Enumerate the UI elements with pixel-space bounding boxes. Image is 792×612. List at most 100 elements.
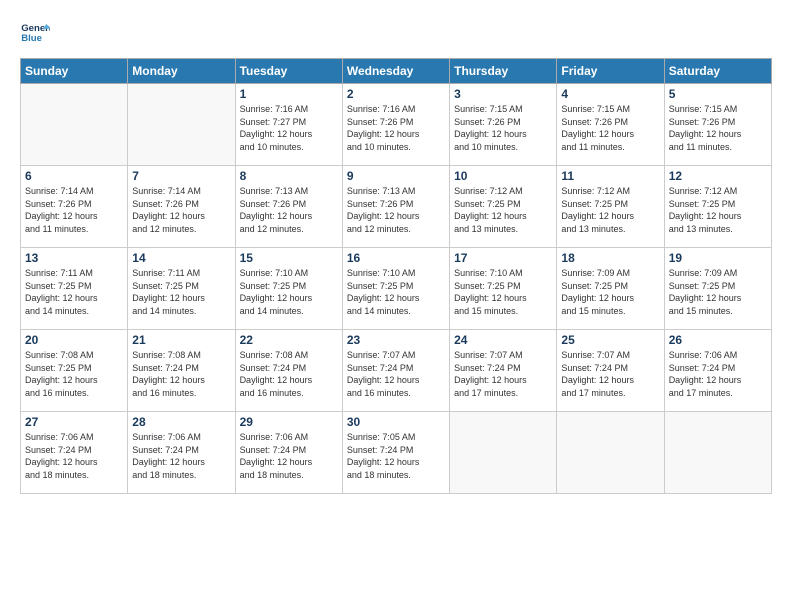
day-number: 25 xyxy=(561,333,659,347)
day-number: 12 xyxy=(669,169,767,183)
week-row-4: 27 Sunrise: 7:06 AM Sunset: 7:24 PM Dayli… xyxy=(21,412,772,494)
day-number: 26 xyxy=(669,333,767,347)
weekday-saturday: Saturday xyxy=(664,59,771,84)
calendar-body: 1 Sunrise: 7:16 AM Sunset: 7:27 PM Daylig… xyxy=(21,84,772,494)
calendar-cell: 25 Sunrise: 7:07 AM Sunset: 7:24 PM Dayli… xyxy=(557,330,664,412)
day-number: 7 xyxy=(132,169,230,183)
day-number: 4 xyxy=(561,87,659,101)
calendar-cell xyxy=(557,412,664,494)
day-info: Sunrise: 7:08 AM Sunset: 7:24 PM Dayligh… xyxy=(132,349,230,399)
calendar: SundayMondayTuesdayWednesdayThursdayFrid… xyxy=(20,58,772,494)
day-number: 22 xyxy=(240,333,338,347)
week-row-2: 13 Sunrise: 7:11 AM Sunset: 7:25 PM Dayli… xyxy=(21,248,772,330)
day-info: Sunrise: 7:12 AM Sunset: 7:25 PM Dayligh… xyxy=(561,185,659,235)
weekday-wednesday: Wednesday xyxy=(342,59,449,84)
calendar-cell xyxy=(664,412,771,494)
calendar-cell: 21 Sunrise: 7:08 AM Sunset: 7:24 PM Dayli… xyxy=(128,330,235,412)
calendar-cell: 20Sunrise: 7:08 AM Sunset: 7:25 PM Dayli… xyxy=(21,330,128,412)
calendar-cell: 1 Sunrise: 7:16 AM Sunset: 7:27 PM Daylig… xyxy=(235,84,342,166)
svg-text:Blue: Blue xyxy=(21,33,42,44)
day-number: 1 xyxy=(240,87,338,101)
day-info: Sunrise: 7:06 AM Sunset: 7:24 PM Dayligh… xyxy=(132,431,230,481)
calendar-cell xyxy=(450,412,557,494)
calendar-cell: 19 Sunrise: 7:09 AM Sunset: 7:25 PM Dayli… xyxy=(664,248,771,330)
calendar-cell: 9Sunrise: 7:13 AM Sunset: 7:26 PM Daylig… xyxy=(342,166,449,248)
calendar-cell: 5Sunrise: 7:15 AM Sunset: 7:26 PM Daylig… xyxy=(664,84,771,166)
day-number: 19 xyxy=(669,251,767,265)
day-number: 27 xyxy=(25,415,123,429)
day-number: 13 xyxy=(25,251,123,265)
calendar-cell: 26 Sunrise: 7:06 AM Sunset: 7:24 PM Dayli… xyxy=(664,330,771,412)
calendar-cell: 24 Sunrise: 7:07 AM Sunset: 7:24 PM Dayli… xyxy=(450,330,557,412)
calendar-cell xyxy=(21,84,128,166)
calendar-cell: 2 Sunrise: 7:16 AM Sunset: 7:26 PM Daylig… xyxy=(342,84,449,166)
calendar-cell: 14 Sunrise: 7:11 AM Sunset: 7:25 PM Dayli… xyxy=(128,248,235,330)
day-info: Sunrise: 7:10 AM Sunset: 7:25 PM Dayligh… xyxy=(347,267,445,317)
day-info: Sunrise: 7:08 AM Sunset: 7:24 PM Dayligh… xyxy=(240,349,338,399)
calendar-cell: 11 Sunrise: 7:12 AM Sunset: 7:25 PM Dayli… xyxy=(557,166,664,248)
calendar-cell: 29Sunrise: 7:06 AM Sunset: 7:24 PM Dayli… xyxy=(235,412,342,494)
day-number: 11 xyxy=(561,169,659,183)
week-row-1: 6 Sunrise: 7:14 AM Sunset: 7:26 PM Daylig… xyxy=(21,166,772,248)
day-info: Sunrise: 7:07 AM Sunset: 7:24 PM Dayligh… xyxy=(561,349,659,399)
day-info: Sunrise: 7:07 AM Sunset: 7:24 PM Dayligh… xyxy=(454,349,552,399)
day-info: Sunrise: 7:08 AM Sunset: 7:25 PM Dayligh… xyxy=(25,349,123,399)
day-number: 17 xyxy=(454,251,552,265)
weekday-header: SundayMondayTuesdayWednesdayThursdayFrid… xyxy=(21,59,772,84)
day-number: 23 xyxy=(347,333,445,347)
logo-icon: General Blue xyxy=(20,18,50,48)
day-number: 16 xyxy=(347,251,445,265)
week-row-0: 1 Sunrise: 7:16 AM Sunset: 7:27 PM Daylig… xyxy=(21,84,772,166)
day-number: 10 xyxy=(454,169,552,183)
calendar-cell: 10Sunrise: 7:12 AM Sunset: 7:25 PM Dayli… xyxy=(450,166,557,248)
day-number: 29 xyxy=(240,415,338,429)
day-info: Sunrise: 7:09 AM Sunset: 7:25 PM Dayligh… xyxy=(669,267,767,317)
day-number: 15 xyxy=(240,251,338,265)
day-info: Sunrise: 7:11 AM Sunset: 7:25 PM Dayligh… xyxy=(132,267,230,317)
calendar-cell: 27 Sunrise: 7:06 AM Sunset: 7:24 PM Dayli… xyxy=(21,412,128,494)
calendar-cell: 12Sunrise: 7:12 AM Sunset: 7:25 PM Dayli… xyxy=(664,166,771,248)
day-number: 8 xyxy=(240,169,338,183)
logo: General Blue xyxy=(20,18,54,48)
day-number: 24 xyxy=(454,333,552,347)
day-info: Sunrise: 7:16 AM Sunset: 7:27 PM Dayligh… xyxy=(240,103,338,153)
calendar-cell: 22 Sunrise: 7:08 AM Sunset: 7:24 PM Dayli… xyxy=(235,330,342,412)
day-info: Sunrise: 7:13 AM Sunset: 7:26 PM Dayligh… xyxy=(347,185,445,235)
day-number: 6 xyxy=(25,169,123,183)
calendar-cell xyxy=(128,84,235,166)
weekday-monday: Monday xyxy=(128,59,235,84)
day-number: 14 xyxy=(132,251,230,265)
day-number: 2 xyxy=(347,87,445,101)
header: General Blue xyxy=(20,18,772,48)
day-info: Sunrise: 7:14 AM Sunset: 7:26 PM Dayligh… xyxy=(25,185,123,235)
day-info: Sunrise: 7:06 AM Sunset: 7:24 PM Dayligh… xyxy=(669,349,767,399)
calendar-cell: 15 Sunrise: 7:10 AM Sunset: 7:25 PM Dayli… xyxy=(235,248,342,330)
week-row-3: 20Sunrise: 7:08 AM Sunset: 7:25 PM Dayli… xyxy=(21,330,772,412)
day-info: Sunrise: 7:07 AM Sunset: 7:24 PM Dayligh… xyxy=(347,349,445,399)
day-number: 5 xyxy=(669,87,767,101)
calendar-cell: 8 Sunrise: 7:13 AM Sunset: 7:26 PM Daylig… xyxy=(235,166,342,248)
day-number: 3 xyxy=(454,87,552,101)
day-number: 21 xyxy=(132,333,230,347)
day-info: Sunrise: 7:13 AM Sunset: 7:26 PM Dayligh… xyxy=(240,185,338,235)
day-info: Sunrise: 7:16 AM Sunset: 7:26 PM Dayligh… xyxy=(347,103,445,153)
calendar-cell: 28Sunrise: 7:06 AM Sunset: 7:24 PM Dayli… xyxy=(128,412,235,494)
day-number: 18 xyxy=(561,251,659,265)
day-info: Sunrise: 7:10 AM Sunset: 7:25 PM Dayligh… xyxy=(240,267,338,317)
calendar-cell: 16 Sunrise: 7:10 AM Sunset: 7:25 PM Dayli… xyxy=(342,248,449,330)
day-info: Sunrise: 7:15 AM Sunset: 7:26 PM Dayligh… xyxy=(561,103,659,153)
calendar-cell: 4 Sunrise: 7:15 AM Sunset: 7:26 PM Daylig… xyxy=(557,84,664,166)
calendar-cell: 6 Sunrise: 7:14 AM Sunset: 7:26 PM Daylig… xyxy=(21,166,128,248)
day-info: Sunrise: 7:09 AM Sunset: 7:25 PM Dayligh… xyxy=(561,267,659,317)
weekday-thursday: Thursday xyxy=(450,59,557,84)
calendar-cell: 30 Sunrise: 7:05 AM Sunset: 7:24 PM Dayli… xyxy=(342,412,449,494)
weekday-tuesday: Tuesday xyxy=(235,59,342,84)
day-number: 30 xyxy=(347,415,445,429)
day-info: Sunrise: 7:05 AM Sunset: 7:24 PM Dayligh… xyxy=(347,431,445,481)
day-info: Sunrise: 7:14 AM Sunset: 7:26 PM Dayligh… xyxy=(132,185,230,235)
calendar-cell: 18 Sunrise: 7:09 AM Sunset: 7:25 PM Dayli… xyxy=(557,248,664,330)
weekday-friday: Friday xyxy=(557,59,664,84)
day-info: Sunrise: 7:06 AM Sunset: 7:24 PM Dayligh… xyxy=(25,431,123,481)
calendar-cell: 13Sunrise: 7:11 AM Sunset: 7:25 PM Dayli… xyxy=(21,248,128,330)
day-info: Sunrise: 7:10 AM Sunset: 7:25 PM Dayligh… xyxy=(454,267,552,317)
